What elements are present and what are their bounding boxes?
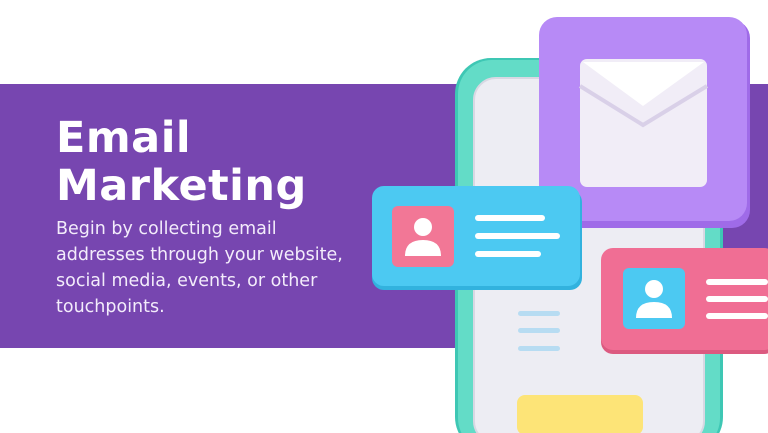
contact-card-blue (372, 186, 582, 290)
hero-text: Email Marketing Begin by collecting emai… (56, 114, 366, 320)
screen-line-2 (518, 328, 560, 333)
phone-button (517, 395, 643, 433)
page-title: Email Marketing (56, 114, 366, 210)
hero-description: Begin by collecting email addresses thro… (56, 219, 343, 317)
title-line-2: Marketing (56, 161, 307, 211)
user-icon (623, 268, 685, 329)
title-line-1: Email (56, 113, 192, 163)
screen-line-3 (518, 346, 560, 351)
envelope-icon (578, 59, 709, 187)
contact-card-pink (601, 248, 768, 354)
user-icon (392, 206, 454, 267)
screen-line-1 (518, 311, 560, 316)
